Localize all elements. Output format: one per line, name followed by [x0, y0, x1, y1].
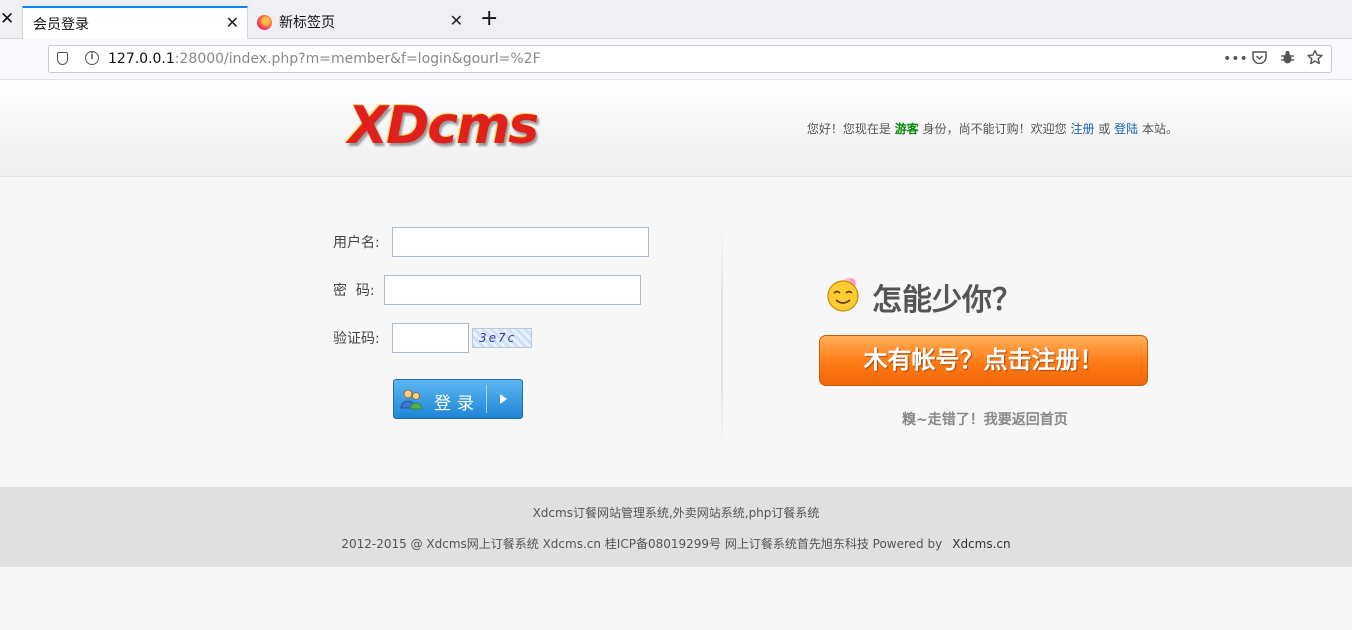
register-button[interactable]: 木有帐号？点击注册！ — [819, 335, 1148, 386]
login-button[interactable]: 登录 — [393, 379, 523, 419]
close-icon[interactable]: ✕ — [0, 9, 14, 29]
navigation-bar: i 127.0.0.1:28000/index.php?m=member&f=l… — [0, 39, 1352, 80]
password-label: 密 码: — [333, 283, 375, 299]
tab-bar: ✕ 会员登录 ✕ 新标签页 ✕ + — [0, 0, 1352, 39]
captcha-image[interactable]: 3e7c — [472, 328, 532, 348]
login-link[interactable]: 登陆 — [1114, 122, 1138, 136]
extension-icon[interactable] — [1279, 50, 1295, 69]
footer-copyright: 2012-2015 @ Xdcms网上订餐系统 Xdcms.cn 桂ICP备08… — [0, 535, 1352, 552]
promo-title: 怎能少你？ — [872, 283, 1022, 318]
powered-by-link[interactable]: Xdcms.cn — [952, 537, 1010, 551]
back-home-link[interactable]: 糗~走错了！我要返回首页 — [902, 409, 1068, 429]
arrow-right-icon — [500, 394, 507, 404]
tab-title: 新标签页 — [279, 15, 335, 31]
tab-close-icon[interactable]: ✕ — [450, 11, 463, 30]
url-text[interactable]: 127.0.0.1:28000/index.php?m=member&f=log… — [108, 51, 541, 67]
footer-keywords: Xdcms订餐网站管理系统,外卖网站系统,php订餐系统 — [532, 506, 820, 520]
url-bar[interactable]: i 127.0.0.1:28000/index.php?m=member&f=l… — [48, 45, 1332, 73]
tab-close-icon[interactable]: ✕ — [226, 13, 239, 32]
more-icon[interactable]: ••• — [1223, 51, 1248, 67]
username-input[interactable] — [392, 227, 649, 257]
site-logo[interactable]: XDcms — [348, 96, 539, 156]
greeting-middle: 身份，尚不能订购！欢迎您 — [922, 122, 1067, 136]
site-header: XDcms 您好！您现在是 游客 身份，尚不能订购！欢迎您 注册 或 登陆 本站… — [0, 80, 1352, 177]
tab-new-tab[interactable]: 新标签页 ✕ — [249, 6, 471, 39]
firefox-icon — [257, 15, 272, 30]
or-text: 或 — [1098, 122, 1111, 136]
tab-title: 会员登录 — [33, 17, 89, 33]
login-button-label: 登录 — [434, 394, 480, 414]
button-divider — [486, 385, 487, 413]
login-area: 用户名: 密 码: 验证码: 3e7c 登录 怎能少你？ 木有帐号？点击注册！ … — [0, 177, 1352, 487]
site-footer: Xdcms订餐网站管理系统,外卖网站系统,php订餐系统 2012-2015 @… — [0, 487, 1352, 567]
page-bottom — [0, 567, 1352, 630]
star-icon[interactable] — [1307, 49, 1323, 69]
tab-member-login[interactable]: 会员登录 ✕ — [22, 6, 248, 39]
users-icon — [400, 387, 424, 411]
greeting-text: 您好！您现在是 游客 身份，尚不能订购！欢迎您 注册 或 登陆 本站。 — [807, 120, 1178, 137]
new-tab-plus-icon[interactable]: + — [480, 7, 498, 31]
copyright-text: 2012-2015 @ Xdcms网上订餐系统 Xdcms.cn 桂ICP备08… — [341, 537, 943, 551]
captcha-label: 验证码: — [333, 331, 380, 347]
password-input[interactable] — [384, 275, 641, 305]
shield-icon[interactable] — [57, 52, 68, 65]
register-link[interactable]: 注册 — [1070, 122, 1094, 136]
greeting-suffix: 本站。 — [1141, 122, 1178, 136]
url-actions: ••• — [1223, 49, 1323, 69]
greeting-prefix: 您好！您现在是 — [806, 122, 891, 136]
info-icon[interactable]: i — [85, 51, 99, 65]
url-path: :28000/index.php?m=member&f=login&gourl=… — [174, 51, 541, 67]
username-label: 用户名: — [333, 235, 380, 251]
url-host: 127.0.0.1 — [108, 51, 175, 67]
pocket-icon[interactable] — [1251, 50, 1267, 68]
vertical-divider — [721, 227, 723, 452]
captcha-input[interactable] — [392, 323, 469, 353]
guest-label: 游客 — [894, 122, 919, 136]
smiley-icon — [824, 275, 862, 313]
